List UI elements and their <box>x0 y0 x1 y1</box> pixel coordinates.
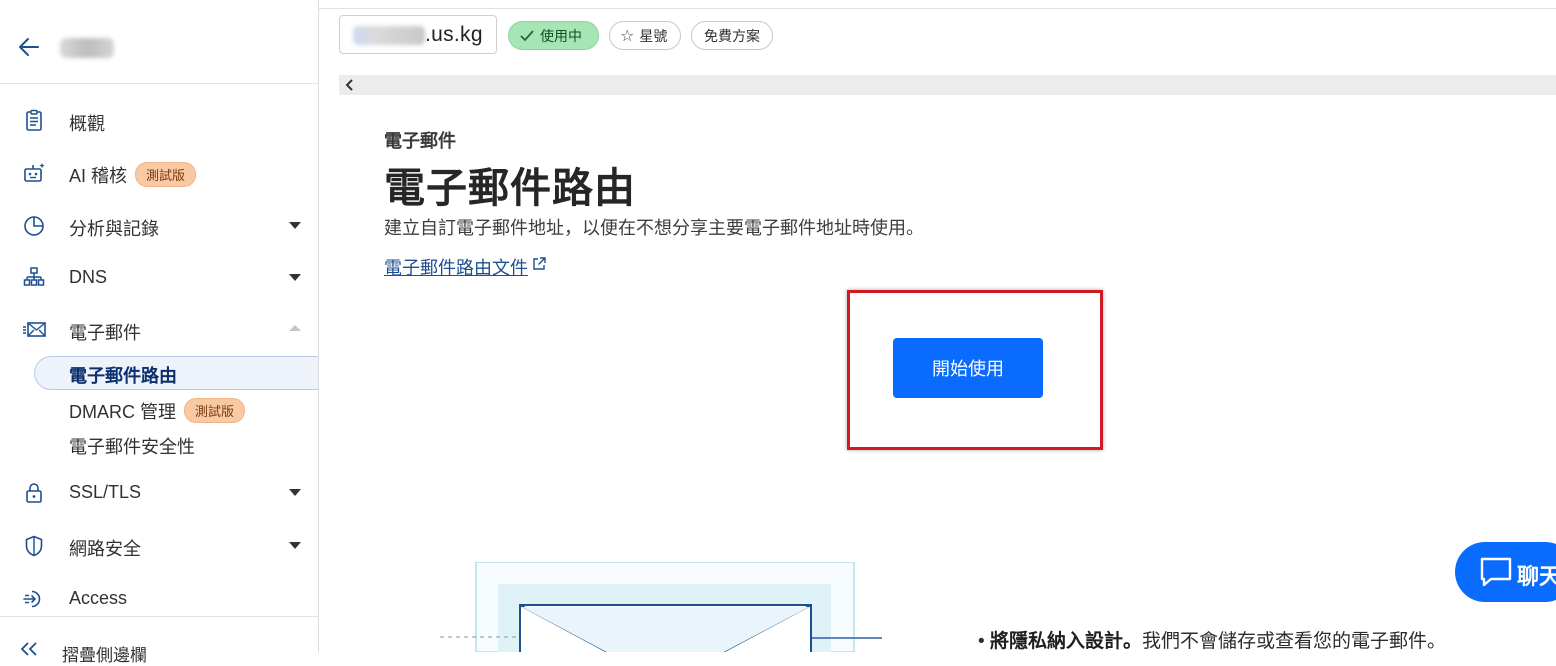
sidebar-subitem-email-routing[interactable]: 電子郵件路由 <box>34 356 318 390</box>
network-icon <box>23 267 45 286</box>
get-started-button[interactable]: 開始使用 <box>893 338 1043 398</box>
privacy-bullet: • 將隱私納入設計。我們不會儲存或查看您的電子郵件。 <box>978 631 1446 652</box>
pie-chart-icon <box>24 216 44 236</box>
robot-icon <box>24 163 45 182</box>
sidebar-item-label: 網路安全 <box>69 539 141 559</box>
chat-label: 聊天 <box>1517 564 1556 589</box>
star-icon: ☆ <box>620 27 635 45</box>
access-icon <box>23 590 41 608</box>
sidebar-footer: 摺疊側邊欄 <box>0 616 318 665</box>
chevron-left-icon[interactable] <box>343 78 357 92</box>
sidebar-item-analytics[interactable]: 分析與記錄 <box>0 205 318 245</box>
double-chevron-left-icon[interactable] <box>18 641 40 657</box>
star-button[interactable]: ☆ 星號 <box>609 21 681 50</box>
chevron-down-icon[interactable] <box>289 542 301 549</box>
star-label: 星號 <box>639 27 668 44</box>
domain-selector[interactable]: .us.kg <box>339 15 497 54</box>
chevron-down-icon[interactable] <box>289 489 301 496</box>
sidebar-item-email[interactable]: 電子郵件 <box>0 309 318 349</box>
plan-label: 免費方案 <box>704 27 760 44</box>
lock-icon <box>26 483 42 503</box>
status-badge: 使用中 <box>508 21 599 50</box>
domain-suffix: .us.kg <box>425 23 483 46</box>
sidebar-subitem-label: DMARC 管理 測試版 <box>69 398 246 424</box>
sidebar-subitem-email-security[interactable]: 電子郵件安全性 <box>34 427 318 461</box>
sidebar-item-label: Access <box>69 588 128 608</box>
sidebar-subitem-label: 電子郵件安全性 <box>69 437 195 457</box>
sidebar-item-dns[interactable]: DNS <box>0 257 318 297</box>
shield-icon <box>25 535 43 557</box>
clipboard-icon <box>26 109 42 131</box>
page-title: 電子郵件路由 <box>384 165 636 211</box>
email-icon <box>23 322 46 337</box>
beta-badge: 測試版 <box>135 162 197 187</box>
privacy-bullet-bold: 將隱私納入設計。 <box>989 631 1142 652</box>
horizontal-scrollbar[interactable] <box>339 75 1556 95</box>
sidebar-item-ssl-tls[interactable]: SSL/TLS <box>0 472 318 512</box>
sidebar-item-label: AI 稽核 測試版 <box>69 162 197 188</box>
email-illustration <box>440 562 882 652</box>
sidebar-subitem-dmarc[interactable]: DMARC 管理 測試版 <box>34 392 318 426</box>
page-description: 建立自訂電子郵件地址，以便在不想分享主要電子郵件地址時使用。 <box>384 218 924 238</box>
sidebar-item-network-security[interactable]: 網路安全 <box>0 525 318 565</box>
sidebar-item-label: 概觀 <box>69 114 105 134</box>
chat-button[interactable]: 聊天 <box>1455 542 1556 602</box>
section-eyebrow: 電子郵件 <box>384 131 456 151</box>
external-link-icon[interactable] <box>532 257 546 271</box>
sidebar-item-label: 分析與記錄 <box>69 219 159 239</box>
account-name-redacted[interactable] <box>60 38 114 58</box>
sidebar-header <box>0 8 318 84</box>
chevron-down-icon[interactable] <box>289 222 301 229</box>
sidebar-item-ai-audit[interactable]: AI 稽核 測試版 <box>0 152 318 192</box>
check-icon <box>520 29 534 41</box>
collapse-sidebar-link[interactable]: 摺疊側邊欄 <box>62 641 147 666</box>
domain-name-redacted <box>353 26 425 45</box>
sidebar: 概觀 AI 稽核 測試版 分析與記錄 DNS 電子郵件 電子郵件路由 DMARC… <box>0 0 319 665</box>
sidebar-item-label: 電子郵件 <box>69 323 141 343</box>
beta-badge: 測試版 <box>184 398 246 423</box>
sidebar-item-overview[interactable]: 概觀 <box>0 100 318 140</box>
sidebar-item-label: DNS <box>69 267 108 287</box>
docs-link[interactable]: 電子郵件路由文件 <box>384 254 528 280</box>
sidebar-item-label: SSL/TLS <box>69 482 142 502</box>
status-label: 使用中 <box>540 27 582 44</box>
privacy-bullet-text: 我們不會儲存或查看您的電子郵件。 <box>1141 631 1446 652</box>
chevron-down-icon[interactable] <box>289 274 301 281</box>
sidebar-subitem-label: 電子郵件路由 <box>69 366 177 386</box>
plan-badge[interactable]: 免費方案 <box>691 21 773 50</box>
sidebar-item-access[interactable]: Access <box>0 578 318 618</box>
back-arrow-icon[interactable] <box>16 34 42 60</box>
chevron-up-icon[interactable] <box>289 325 301 331</box>
chat-bubble-icon <box>1480 557 1512 587</box>
